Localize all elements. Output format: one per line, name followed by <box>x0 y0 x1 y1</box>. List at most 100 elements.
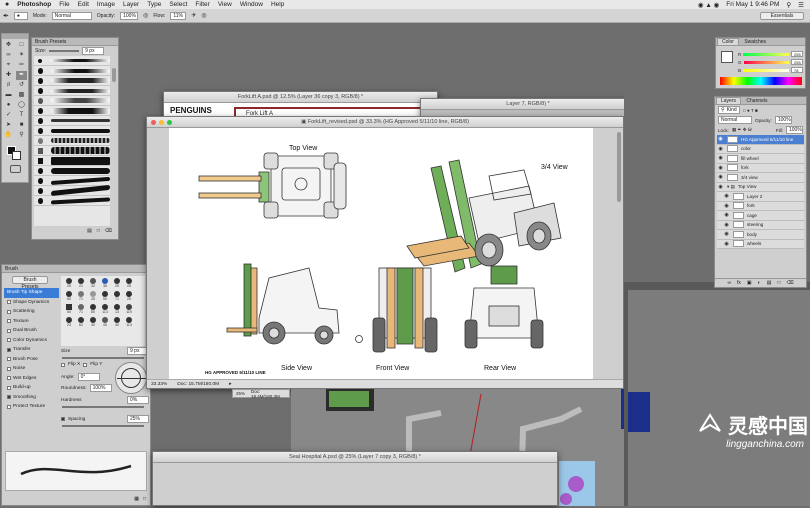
roundness-input[interactable]: 100% <box>89 384 112 392</box>
strip-zoom[interactable]: 25% <box>236 391 245 396</box>
brush-tip[interactable]: 25 <box>124 278 134 288</box>
menu-list-icon[interactable]: ☰ <box>798 1 804 9</box>
pressure-size-icon[interactable]: ◎ <box>201 12 206 19</box>
brush-tip[interactable]: 25 <box>112 278 122 288</box>
brush-preset-item[interactable] <box>34 136 110 146</box>
brush-tip[interactable]: 25 <box>124 291 134 301</box>
status-icons[interactable]: ◉ ▲ ◉ <box>698 1 719 9</box>
brush-tip[interactable]: 71 <box>112 291 122 301</box>
brush-tip[interactable]: 21 <box>76 278 86 288</box>
shape-tool-icon[interactable]: ■ <box>16 121 27 130</box>
brush-option-build-up[interactable]: Build-up <box>4 383 59 393</box>
layer-row[interactable]: ◉ Layer 2 <box>717 192 804 202</box>
mode-select[interactable]: Normal <box>51 11 92 20</box>
swatches-tab[interactable]: Swatches <box>740 39 770 46</box>
brush-preset-item[interactable] <box>34 86 110 96</box>
brush-preset-item[interactable] <box>34 76 110 86</box>
layer-row[interactable]: ◉ wheels <box>717 239 804 249</box>
doc-title-back-2[interactable]: Layer 7, RGB/8) * <box>421 99 635 110</box>
blend-mode-select[interactable]: Normal <box>718 116 752 124</box>
angle-input[interactable]: 0° <box>77 373 100 381</box>
color-spectrum-bar[interactable] <box>720 77 802 85</box>
visibility-eye-icon[interactable]: ◉ <box>717 146 724 152</box>
visibility-eye-icon[interactable]: ◉ <box>717 136 724 142</box>
g-input[interactable]: 255 <box>791 59 803 65</box>
brush-preset-item[interactable] <box>34 176 110 186</box>
brush-option-color-dynamics[interactable]: Color Dynamics <box>4 336 59 346</box>
brush-preset-item[interactable] <box>34 106 110 116</box>
airbrush-icon[interactable]: ✈ <box>191 12 196 19</box>
brush-panel-grid-icon[interactable]: ▦ <box>134 496 139 502</box>
canvas-area[interactable]: Top View 3/4 View Side View Front View R… <box>147 128 623 380</box>
layer-row[interactable]: ◉ fork <box>717 163 804 173</box>
healing-tool-icon[interactable]: ✚ <box>3 71 14 80</box>
pen-tool-icon[interactable]: ✓ <box>3 111 14 120</box>
menu-layer[interactable]: Layer <box>123 1 139 8</box>
r-input[interactable]: 255 <box>791 51 803 57</box>
toggle-brush-panel-icon[interactable]: ▤ <box>87 228 92 234</box>
hand-tool-icon[interactable]: ✋ <box>3 131 14 140</box>
visibility-eye-icon[interactable]: ◉ <box>723 241 730 247</box>
gradient-tool-icon[interactable]: ▩ <box>16 91 27 100</box>
lock-icons[interactable]: ▦ ✒ ✥ ⛁ <box>732 127 752 133</box>
brush-tip[interactable]: 113 <box>100 304 110 314</box>
spacing-slider[interactable] <box>62 425 144 427</box>
apple-menu-icon[interactable]: ● <box>5 1 9 8</box>
brush-presets-size-input[interactable]: 9 px <box>82 47 105 55</box>
brush-tip[interactable]: 36 <box>100 278 110 288</box>
delete-preset-icon[interactable]: ⌫ <box>105 228 112 234</box>
brush-option-scattering[interactable]: Scattering <box>4 307 59 317</box>
brush-tip[interactable]: 62 <box>76 317 86 327</box>
brush-tip[interactable]: 25 <box>64 278 74 288</box>
doc-size[interactable]: Doc: 15.7M/180.0M <box>177 382 219 387</box>
brush-tip[interactable]: 32 <box>88 278 98 288</box>
blur-tool-icon[interactable]: ● <box>3 101 14 110</box>
brush-option-shape-dynamics[interactable]: Shape Dynamics <box>4 298 59 308</box>
menu-select[interactable]: Select <box>169 1 187 8</box>
status-arrow-icon[interactable]: ▸ <box>229 382 231 387</box>
visibility-eye-icon[interactable]: ◉ <box>717 174 724 180</box>
brush-tip[interactable]: 40 <box>100 317 110 327</box>
brush-preset-item[interactable] <box>34 126 110 136</box>
brush-option-wet-edges[interactable]: Wet Edges <box>4 374 59 384</box>
visibility-eye-icon[interactable]: ◉ <box>723 193 730 199</box>
background-color-swatch[interactable] <box>12 151 21 160</box>
layer-mask-icon[interactable]: ▣ <box>747 280 752 286</box>
menu-type[interactable]: Type <box>147 1 161 8</box>
brush-preset-item[interactable] <box>34 96 110 106</box>
visibility-eye-icon[interactable]: ◉ <box>723 203 730 209</box>
new-layer-icon[interactable]: □ <box>777 280 780 286</box>
path-select-tool-icon[interactable]: ➤ <box>3 121 14 130</box>
lasso-tool-icon[interactable]: ∞ <box>3 51 14 60</box>
hardness-input[interactable]: 0% <box>127 396 149 404</box>
channels-tab[interactable]: Channels <box>742 98 771 105</box>
brush-tip[interactable]: 50 <box>64 291 74 301</box>
new-preset-icon[interactable]: □ <box>97 228 100 234</box>
minimize-window-icon[interactable] <box>159 120 164 125</box>
layer-style-icon[interactable]: fx <box>737 280 741 286</box>
eraser-tool-icon[interactable]: ▬ <box>3 91 14 100</box>
g-slider[interactable] <box>743 60 789 64</box>
brush-option-noise[interactable]: Noise <box>4 364 59 374</box>
brush-tool-icon[interactable]: ✒ <box>16 71 27 80</box>
layer-filter-select[interactable]: ⚲ Kind <box>718 106 740 114</box>
move-tool-icon[interactable]: ✥ <box>3 41 14 50</box>
brush-option-texture[interactable]: Texture <box>4 317 59 327</box>
visibility-eye-icon[interactable]: ◉ <box>717 155 724 161</box>
brush-preset-item[interactable] <box>34 146 110 156</box>
layer-row[interactable]: ◉ cage <box>717 211 804 221</box>
brush-panel-new-icon[interactable]: □ <box>143 496 146 502</box>
fg-bg-swatches[interactable] <box>721 51 733 63</box>
flip-x-checkbox[interactable] <box>61 362 65 367</box>
clone-stamp-tool-icon[interactable]: ♯ <box>3 81 14 90</box>
brush-tip[interactable]: 80 <box>88 304 98 314</box>
brush-presets-size-slider[interactable] <box>49 50 80 52</box>
link-layers-icon[interactable]: ∞ <box>727 280 731 286</box>
brush-tip[interactable]: 40 <box>112 317 122 327</box>
menu-help[interactable]: Help <box>271 1 284 8</box>
b-slider[interactable] <box>743 68 789 72</box>
brush-preset-item[interactable] <box>34 156 110 166</box>
document-window-seal-hospital[interactable]: Seal Hospital A.psd @ 25% (Layer 7 copy … <box>152 451 558 506</box>
app-menu[interactable]: Photoshop <box>17 1 51 8</box>
menu-image[interactable]: Image <box>97 1 115 8</box>
